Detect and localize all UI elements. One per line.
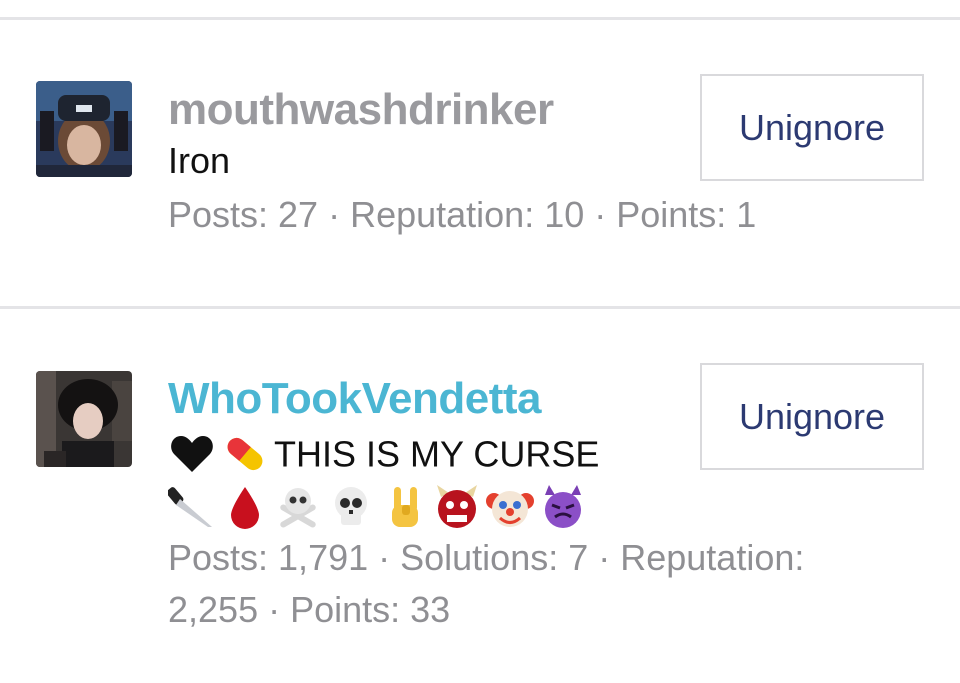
signature-text: THIS IS MY CURSE xyxy=(274,433,600,475)
skull-icon xyxy=(327,483,375,531)
avatar-image xyxy=(36,371,132,467)
pill-icon xyxy=(221,430,269,478)
clown-icon xyxy=(486,483,534,531)
skull-crossbones-icon xyxy=(274,483,322,531)
ignored-user-row: WhoTookVendetta THIS IS MY CURSE Posts: … xyxy=(0,309,960,683)
knife-icon xyxy=(168,483,216,531)
unignore-button[interactable]: Unignore xyxy=(700,363,924,470)
ogre-icon xyxy=(433,483,481,531)
ignored-users-list: mouthwashdrinker Iron Posts: 27 · Reputa… xyxy=(0,0,960,683)
user-stats-continued: 2,255 · Points: 33 xyxy=(168,588,451,630)
ignored-user-row: mouthwashdrinker Iron Posts: 27 · Reputa… xyxy=(0,20,960,306)
avatar-image xyxy=(36,81,132,177)
signature-emoji-row xyxy=(168,479,878,530)
black-heart-icon xyxy=(168,430,216,478)
devil-icon xyxy=(539,483,587,531)
user-stats: Posts: 1,791 · Solutions: 7 · Reputation… xyxy=(168,536,805,578)
horns-hand-icon xyxy=(380,483,428,531)
user-stats: Posts: 27 · Reputation: 10 · Points: 1 xyxy=(168,194,757,235)
avatar[interactable] xyxy=(36,371,132,467)
unignore-button[interactable]: Unignore xyxy=(700,74,924,181)
avatar[interactable] xyxy=(36,81,132,177)
blood-drop-icon xyxy=(221,483,269,531)
